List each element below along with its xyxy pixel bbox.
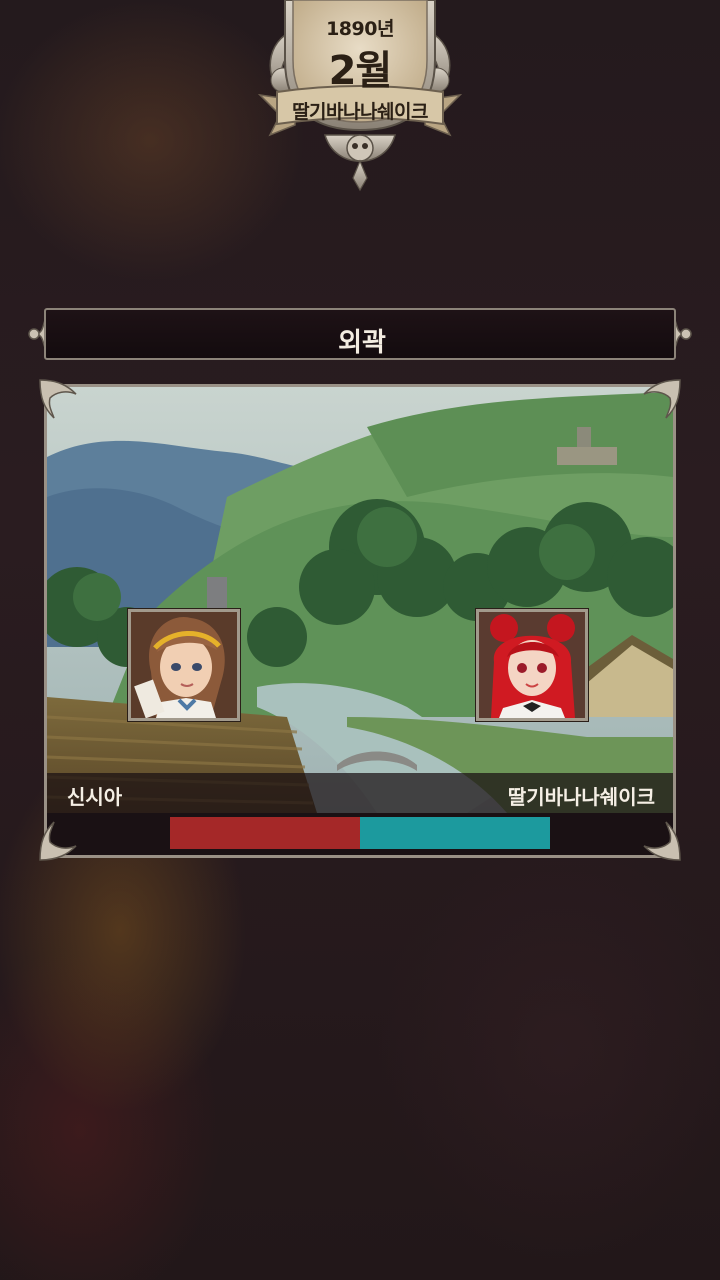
corner-ornament-top-right	[643, 379, 681, 419]
right-combatant-name: 딸기바나나쉐이크	[507, 785, 655, 809]
right-score-bar	[360, 817, 550, 849]
avatar-left-cynthia[interactable]	[128, 609, 240, 721]
combatant-names-strip: 신시아 딸기바나나쉐이크	[47, 773, 673, 813]
battle-balance-bar	[170, 817, 550, 849]
left-score-bar	[170, 817, 360, 849]
location-header: 외곽	[44, 308, 676, 360]
player-name-ribbon: 딸기바나나쉐이크	[292, 101, 428, 123]
skull-ornament-icon	[324, 134, 396, 192]
red-haired-girl-portrait-icon	[479, 612, 585, 718]
date-badge: 1890년 2월 딸기바나나쉐이크	[255, 0, 465, 195]
corner-ornament-bottom-right	[643, 821, 681, 861]
year-label: 1890년	[326, 18, 394, 40]
landscape-painting	[47, 387, 673, 813]
left-combatant-name: 신시아	[67, 785, 123, 809]
girl-portrait-icon	[131, 612, 237, 718]
battle-scene-panel: 신시아 딸기바나나쉐이크	[44, 384, 676, 858]
corner-ornament-top-left	[39, 379, 77, 419]
avatar-right-player[interactable]	[476, 609, 588, 721]
corner-ornament-bottom-left	[39, 821, 77, 861]
location-title: 외곽	[338, 328, 386, 358]
month-label: 2월	[328, 48, 393, 94]
landscape-background: 신시아 딸기바나나쉐이크	[47, 387, 673, 813]
